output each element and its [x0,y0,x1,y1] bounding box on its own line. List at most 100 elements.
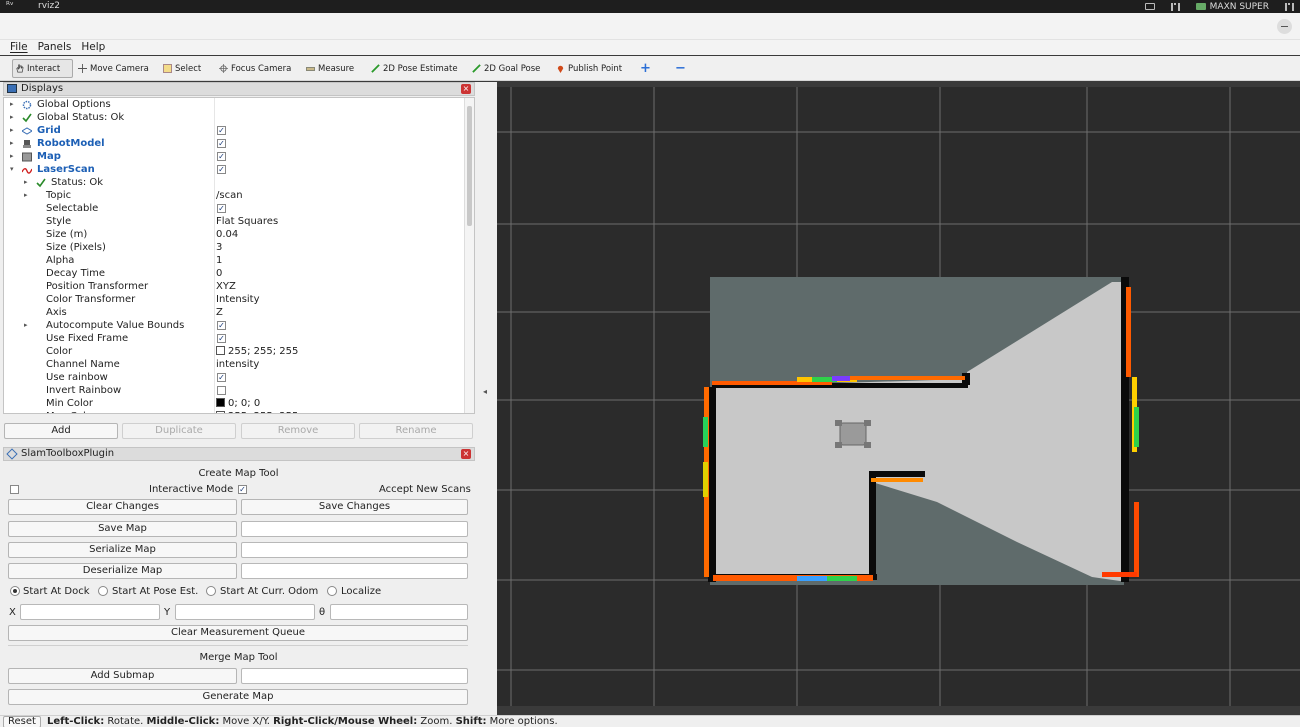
render-viewport[interactable] [497,87,1300,706]
reset-button[interactable]: Reset [3,716,41,727]
display-row-axis[interactable]: Axis Z [4,306,466,319]
menu-file[interactable]: File [10,40,28,55]
clear-changes-button[interactable]: Clear Changes [8,499,237,515]
tool-2d-pose-estimate[interactable]: 2D Pose Estimate [369,59,460,78]
close-icon[interactable]: × [461,449,471,459]
display-row-value[interactable]: 255; 255; 255 [216,410,298,413]
close-icon[interactable]: × [461,84,471,94]
rename-display-button[interactable]: Rename [359,423,473,439]
display-row-map[interactable]: ▸ Map ✓ [4,150,466,163]
display-row-status-ok[interactable]: ▸ Status: Ok [4,176,466,189]
display-row-global-options[interactable]: ▸ Global Options [4,98,466,111]
display-row-color-transformer[interactable]: Color Transformer Intensity [4,293,466,306]
y-input[interactable] [175,604,315,620]
display-row-value[interactable]: 0; 0; 0 [216,397,260,410]
menu-panels[interactable]: Panels [38,40,72,55]
display-row-value[interactable]: Z [216,306,223,319]
duplicate-display-button[interactable]: Duplicate [122,423,236,439]
display-row-color[interactable]: Color 255; 255; 255 [4,345,466,358]
expand-arrow-icon[interactable]: ▸ [24,319,28,332]
display-row-value[interactable]: 1 [216,254,222,267]
expand-arrow-icon[interactable]: ▸ [24,176,28,189]
scrollbar-thumb[interactable] [467,106,472,226]
display-row-checkbox[interactable] [217,386,226,395]
display-row-value[interactable]: 0 [216,267,222,280]
add-tool-button[interactable]: + [638,59,653,78]
display-row-autocompute-value-bounds[interactable]: ▸ Autocompute Value Bounds ✓ [4,319,466,332]
display-row-topic[interactable]: ▸ Topic/scan [4,189,466,202]
display-row-checkbox[interactable]: ✓ [217,126,226,135]
network-icon[interactable] [1170,2,1180,11]
expand-arrow-icon[interactable]: ▸ [10,124,14,137]
displays-scrollbar[interactable] [464,98,474,413]
display-row-checkbox[interactable]: ✓ [217,152,226,161]
display-row-laserscan[interactable]: ▾ LaserScan ✓ [4,163,466,176]
save-map-field[interactable] [241,521,468,537]
expand-arrow-icon[interactable]: ▸ [24,189,28,202]
display-row-checkbox[interactable]: ✓ [217,321,226,330]
remove-tool-button[interactable]: − [673,59,688,78]
tool-move-camera[interactable]: Move Camera [76,59,151,78]
tool-2d-goal-pose[interactable]: 2D Goal Pose [470,59,542,78]
tool-interact[interactable]: Interact [12,59,73,78]
display-row-invert-rainbow[interactable]: Invert Rainbow [4,384,466,397]
tool-focus-camera[interactable]: Focus Camera [217,59,293,78]
tool-measure[interactable]: Measure [304,59,356,78]
add-submap-field[interactable] [241,668,468,684]
display-row-alpha[interactable]: Alpha 1 [4,254,466,267]
expand-arrow-icon[interactable]: ▸ [10,98,14,111]
expand-arrow-icon[interactable]: ▸ [10,111,14,124]
serialize-map-button[interactable]: Serialize Map [8,542,237,558]
display-row-position-transformer[interactable]: Position Transformer XYZ [4,280,466,293]
minimize-button[interactable] [1277,19,1292,34]
generate-map-button[interactable]: Generate Map [8,689,468,705]
display-row-checkbox[interactable]: ✓ [217,165,226,174]
display-row-value[interactable]: Flat Squares [216,215,278,228]
add-submap-button[interactable]: Add Submap [8,668,237,684]
display-row-value[interactable]: 3 [216,241,222,254]
display-row-max-color[interactable]: Max Color 255; 255; 255 [4,410,466,413]
display-row-min-color[interactable]: Min Color 0; 0; 0 [4,397,466,410]
display-row-decay-time[interactable]: Decay Time 0 [4,267,466,280]
accept-scans-checkbox-left[interactable] [10,485,19,494]
power-mode-indicator[interactable]: MAXN SUPER [1195,2,1269,12]
start-at-dock-radio[interactable] [10,586,20,596]
display-row-grid[interactable]: ▸ Grid ✓ [4,124,466,137]
display-row-checkbox[interactable]: ✓ [217,334,226,343]
display-row-size-m[interactable]: Size (m) 0.04 [4,228,466,241]
menu-help[interactable]: Help [81,40,105,55]
display-row-global-status-ok[interactable]: ▸ Global Status: Ok [4,111,466,124]
display-row-checkbox[interactable]: ✓ [217,139,226,148]
add-display-button[interactable]: Add [4,423,118,439]
interactive-mode-checkbox[interactable]: ✓ [238,485,247,494]
display-row-robotmodel[interactable]: ▸ RobotModel ✓ [4,137,466,150]
display-icon[interactable] [1144,3,1155,10]
display-row-value[interactable]: XYZ [216,280,236,293]
serialize-map-field[interactable] [241,542,468,558]
start-at-pose-radio[interactable] [98,586,108,596]
display-row-style[interactable]: Style Flat Squares [4,215,466,228]
deserialize-map-button[interactable]: Deserialize Map [8,563,237,579]
display-row-size-pixels[interactable]: Size (Pixels) 3 [4,241,466,254]
display-row-value[interactable]: 255; 255; 255 [216,345,298,358]
dock-splitter[interactable]: ◂ [477,82,497,715]
tool-select[interactable]: Select [161,59,203,78]
deserialize-map-field[interactable] [241,563,468,579]
display-row-value[interactable]: Intensity [216,293,260,306]
tool-publish-point[interactable]: Publish Point [554,59,624,78]
display-row-checkbox[interactable]: ✓ [217,204,226,213]
x-input[interactable] [20,604,160,620]
expand-arrow-icon[interactable]: ▸ [10,137,14,150]
display-row-value[interactable]: 0.04 [216,228,238,241]
display-row-use-fixed-frame[interactable]: Use Fixed Frame ✓ [4,332,466,345]
display-row-value[interactable]: intensity [216,358,259,371]
remove-display-button[interactable]: Remove [241,423,355,439]
start-at-odom-radio[interactable] [206,586,216,596]
save-changes-button[interactable]: Save Changes [241,499,468,515]
scene-canvas[interactable] [497,87,1300,706]
expand-arrow-icon[interactable]: ▸ [10,150,14,163]
expand-arrow-icon[interactable]: ▾ [10,163,14,176]
wifi-icon[interactable] [1285,2,1294,11]
display-row-channel-name[interactable]: Channel Name intensity [4,358,466,371]
clear-measurement-queue-button[interactable]: Clear Measurement Queue [8,625,468,641]
